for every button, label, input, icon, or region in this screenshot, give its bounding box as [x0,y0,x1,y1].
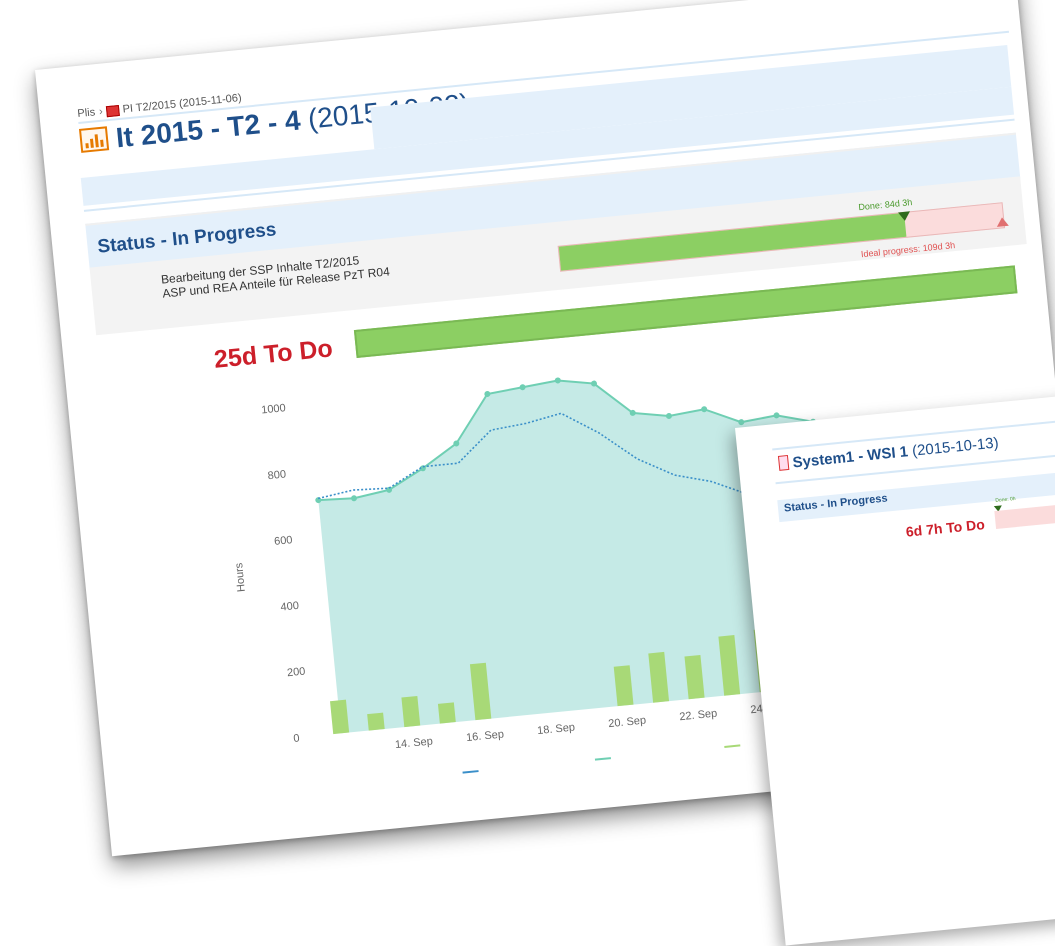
second-title: System1 - WSI 1 (2015-10-13) [777,434,1000,472]
x-tick-label: 22. Sep [679,708,718,724]
second-todo-label: 6d 7h To Do [905,516,986,540]
iteration-description: Bearbeitung der SSP Inhalte T2/2015 ASP … [160,250,390,300]
y-axis-label: Hours [233,562,248,593]
legend-swatch-3[interactable] [724,744,741,748]
second-iteration-card: System1 - WSI 1 (2015-10-13) Status - In… [735,390,1055,946]
daily-bar [330,699,350,735]
done-marker-icon [898,211,911,222]
second-status-label: Status - In Progress [783,492,889,515]
y-tick-label: 600 [274,534,293,548]
legend-swatch-2[interactable] [594,757,611,761]
y-tick-label: 0 [293,732,300,745]
x-tick-label: 18. Sep [537,721,576,737]
ideal-marker-icon [996,216,1009,227]
y-tick-label: 1000 [261,402,287,416]
breadcrumb-root[interactable]: Plis [77,106,96,120]
bar-chart-icon [777,454,790,471]
daily-bar [367,712,385,731]
second-done-label: Done: 0h [995,495,1016,504]
daily-bar [401,695,421,728]
y-tick-label: 800 [267,468,286,482]
bar-chart-icon [78,126,110,153]
x-tick-label: 16. Sep [466,728,505,744]
ideal-progress-label: Ideal progress: 109d 3h [860,240,956,260]
second-title-date: (2015-10-13) [911,434,1000,460]
progress-bar-done [558,212,907,271]
y-tick-label: 400 [280,600,299,614]
done-label: Done: 84d 3h [857,197,913,213]
calendar-icon [106,104,121,117]
daily-bar [437,702,456,724]
x-tick-label: 14. Sep [394,735,433,751]
x-tick-label: 20. Sep [608,715,647,731]
y-tick-label: 200 [286,666,305,680]
legend-swatch-1[interactable] [462,770,479,774]
todo-label: 25d To Do [212,334,334,374]
breadcrumb-separator-icon: › [98,105,104,118]
second-title-name: System1 - WSI 1 [791,443,909,472]
